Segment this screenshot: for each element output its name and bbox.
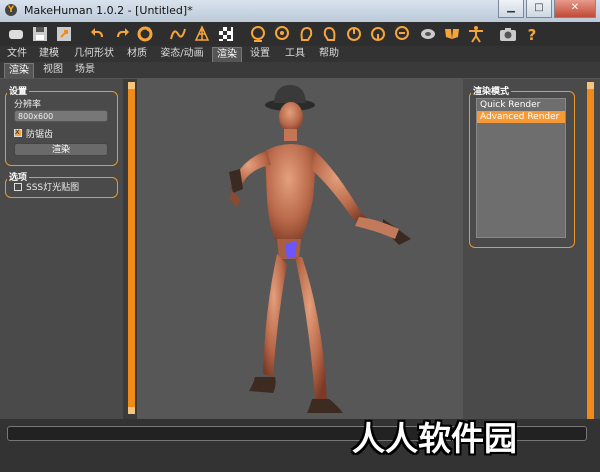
symmetry-icon[interactable] — [442, 24, 462, 44]
watermark: 人人软件园 — [352, 419, 517, 458]
export-icon[interactable] — [54, 24, 74, 44]
bottom-view-icon[interactable] — [368, 24, 388, 44]
menu-utilities[interactable]: 工具 — [282, 47, 308, 61]
left-view-icon[interactable] — [296, 24, 316, 44]
human-model-figure — [229, 85, 411, 413]
menu-rendering[interactable]: 渲染 — [212, 47, 242, 62]
pose-icon[interactable] — [418, 24, 438, 44]
render-mode-list: Quick Render Advanced Render — [476, 98, 566, 238]
left-scrollbar[interactable] — [128, 82, 135, 414]
save-icon[interactable] — [30, 24, 50, 44]
screenshot-icon[interactable] — [498, 24, 518, 44]
3d-viewport[interactable] — [137, 79, 463, 419]
menu-help[interactable]: 帮助 — [316, 47, 342, 61]
menu-file[interactable]: 文件 — [4, 47, 30, 61]
render-button[interactable]: 渲染 — [14, 143, 108, 156]
reset-icon[interactable] — [135, 24, 155, 44]
help-icon[interactable]: ? — [522, 24, 542, 44]
window-title: MakeHuman 1.0.2 - [Untitled]* — [24, 4, 193, 17]
background-icon[interactable] — [216, 24, 236, 44]
list-item-quick-render[interactable]: Quick Render — [477, 99, 565, 111]
sss-checkbox[interactable] — [14, 183, 22, 191]
wireframe-icon[interactable] — [192, 24, 212, 44]
right-scrollbar[interactable] — [587, 82, 594, 454]
maximize-button[interactable]: □ — [526, 0, 552, 18]
toolbar: ? — [0, 22, 600, 46]
redo-icon[interactable] — [112, 24, 132, 44]
list-item-advanced-render[interactable]: Advanced Render — [477, 111, 565, 123]
back-view-icon[interactable] — [272, 24, 292, 44]
tab-scene[interactable]: 场景 — [72, 63, 98, 77]
close-button[interactable]: ✕ — [554, 0, 596, 18]
menu-materials[interactable]: 材质 — [124, 47, 150, 61]
scroll-up-arrow[interactable] — [587, 82, 594, 89]
antialias-checkbox[interactable] — [14, 127, 22, 137]
smooth-icon[interactable] — [168, 24, 188, 44]
reset-camera-icon[interactable] — [392, 24, 412, 44]
antialias-label: 防锯齿 — [26, 130, 54, 140]
minimize-button[interactable]: ▁ — [498, 0, 524, 18]
menu-modelling[interactable]: 建模 — [36, 47, 62, 61]
makehuman-logo-icon: Y — [5, 4, 17, 16]
menu-settings[interactable]: 设置 — [247, 47, 273, 61]
new-file-icon[interactable] — [6, 24, 26, 44]
resolution-input[interactable]: 800x600 — [14, 110, 108, 122]
tab-render[interactable]: 渲染 — [4, 63, 34, 78]
undo-icon[interactable] — [88, 24, 108, 44]
title-bar: Y MakeHuman 1.0.2 - [Untitled]* ▁ □ ✕ — [0, 0, 600, 22]
sss-label: SSS灯光贴图 — [26, 183, 80, 193]
resolution-label: 分辨率 — [14, 100, 42, 110]
top-view-icon[interactable] — [344, 24, 364, 44]
figure-icon[interactable] — [466, 24, 486, 44]
subtab-bar: 渲染 视图 场景 — [0, 62, 600, 79]
scroll-up-arrow[interactable] — [128, 82, 135, 89]
menu-pose-animate[interactable]: 姿态/动画 — [156, 47, 208, 61]
settings-title: 设置 — [7, 84, 30, 97]
tab-viewer[interactable]: 视图 — [40, 63, 66, 77]
render-mode-title: 渲染模式 — [471, 84, 512, 97]
right-view-icon[interactable] — [320, 24, 340, 44]
menu-bar: 文件 建模 几何形状 材质 姿态/动画 渲染 设置 工具 帮助 — [0, 46, 600, 62]
front-view-icon[interactable] — [248, 24, 268, 44]
scroll-down-arrow[interactable] — [128, 407, 135, 414]
menu-geometries[interactable]: 几何形状 — [70, 47, 118, 61]
svg-text:?: ? — [528, 26, 537, 43]
